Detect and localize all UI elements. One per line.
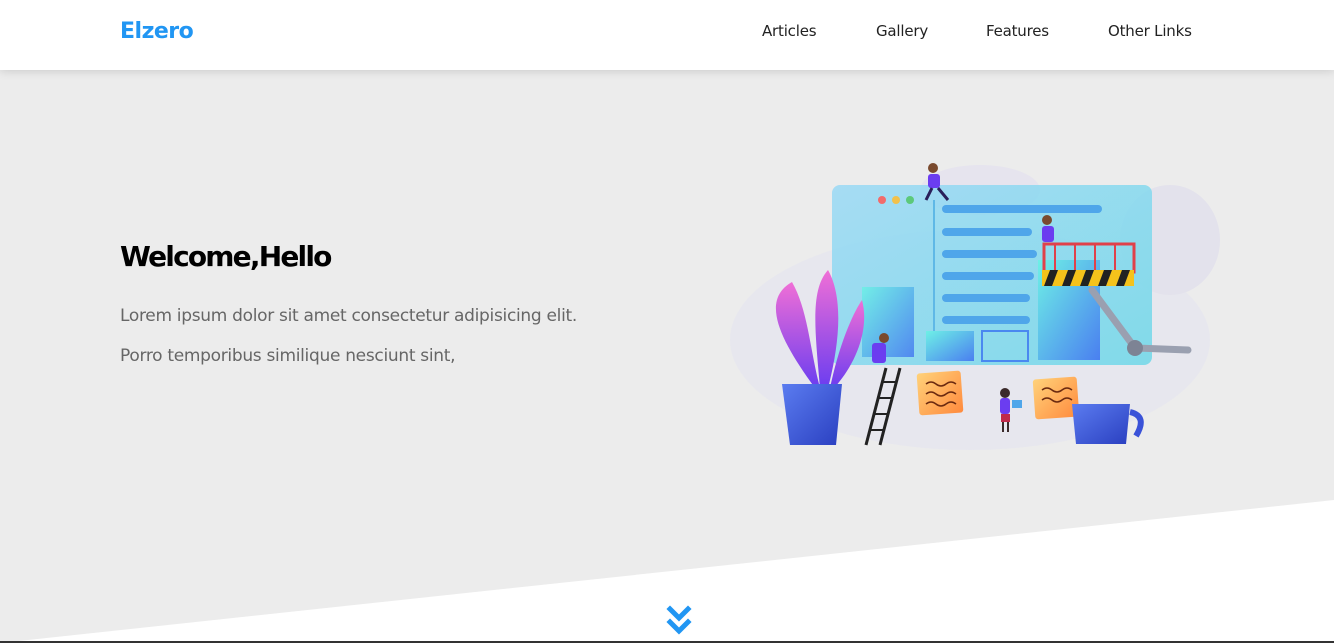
angles-down-icon[interactable] bbox=[664, 605, 694, 637]
hero-text-line-2: Porro temporibus similique nesciunt sint… bbox=[120, 346, 456, 366]
nav-link-other-links[interactable]: Other Links bbox=[1108, 22, 1192, 40]
nav-link-features[interactable]: Features bbox=[986, 22, 1049, 40]
hero-text-line-1: Lorem ipsum dolor sit amet consectetur a… bbox=[120, 306, 577, 326]
hero-title: Welcome,Hello bbox=[120, 240, 332, 273]
main-nav: Articles Gallery Features Other Links bbox=[0, 22, 1334, 46]
site-header: Elzero Articles Gallery Features Other L… bbox=[0, 0, 1334, 70]
nav-link-articles[interactable]: Articles bbox=[762, 22, 817, 40]
nav-link-gallery[interactable]: Gallery bbox=[876, 22, 928, 40]
hero-illustration bbox=[730, 163, 1220, 450]
landing-section: Welcome,Hello Lorem ipsum dolor sit amet… bbox=[0, 70, 1334, 643]
